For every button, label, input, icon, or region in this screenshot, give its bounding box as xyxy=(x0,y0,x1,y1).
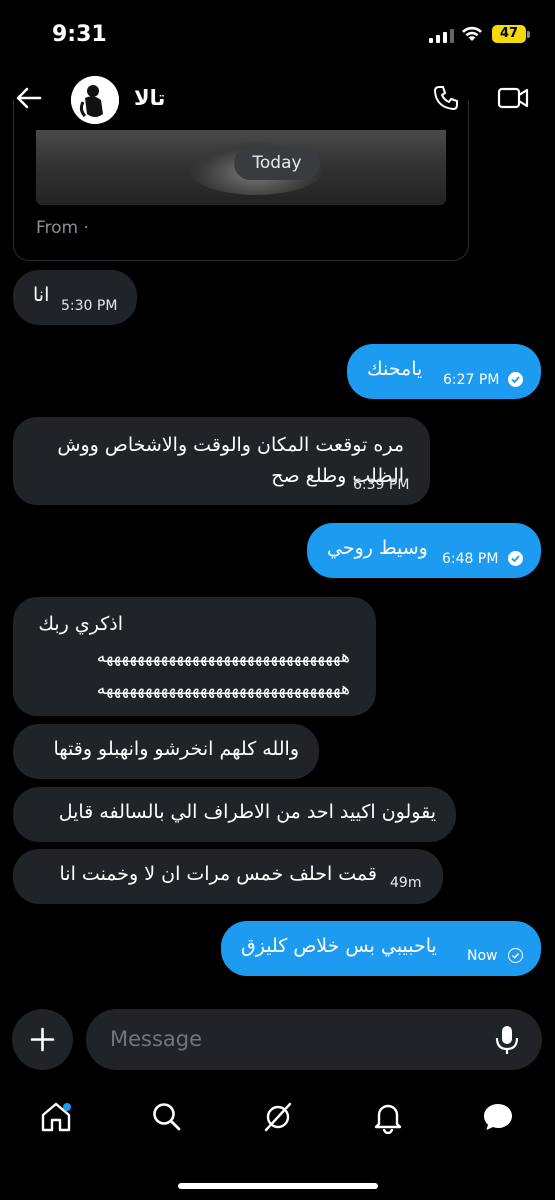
message-time: 49m xyxy=(390,875,422,891)
battery-tip xyxy=(527,31,530,38)
sent-check-icon xyxy=(508,948,523,963)
message-time: 6:39 PM xyxy=(353,477,410,493)
battery-icon: 47 xyxy=(492,25,526,43)
microphone-icon[interactable] xyxy=(494,1024,520,1056)
message-text: وسيط روحي xyxy=(327,537,428,559)
message-text: هههههههههههههههههههههههههههههههه xyxy=(96,679,350,699)
home-indicator xyxy=(178,1183,378,1189)
message-incoming[interactable]: قمت احلف خمس مرات ان لا وخمنت انا 49m xyxy=(13,849,443,904)
message-time: 6:48 PM xyxy=(442,551,499,567)
read-check-icon xyxy=(508,372,523,387)
message-incoming[interactable]: انا 5:30 PM xyxy=(13,270,137,325)
plus-icon xyxy=(30,1027,55,1052)
message-text: والله كلهم انخرشو وانهبلو وقتها xyxy=(53,738,299,760)
message-incoming[interactable]: يقولون اكييد احد من الاطراف الي بالسالفه… xyxy=(13,787,456,842)
grok-icon[interactable] xyxy=(261,1100,295,1134)
message-text: هههههههههههههههههههههههههههههههه xyxy=(96,647,350,667)
message-outgoing[interactable]: يامحنك 6:27 PM xyxy=(347,344,541,399)
message-text: يقولون اكييد احد من الاطراف الي بالسالفه… xyxy=(58,801,436,823)
message-incoming[interactable]: اذكري ربك هههههههههههههههههههههههههههههه… xyxy=(13,597,376,716)
message-input[interactable]: Message xyxy=(86,1009,542,1070)
message-text: قمت احلف خمس مرات ان لا وخمنت انا xyxy=(59,863,377,885)
message-input-placeholder: Message xyxy=(110,1027,203,1051)
message-time: Now xyxy=(467,948,498,964)
message-time: 5:30 PM xyxy=(61,298,118,314)
from-label: From · xyxy=(36,218,89,238)
status-bar: 9:31 47 xyxy=(0,0,555,70)
date-divider: Today xyxy=(234,147,320,180)
search-icon[interactable] xyxy=(150,1100,184,1134)
message-text: يامحنك xyxy=(367,358,423,380)
messages-icon[interactable] xyxy=(481,1100,515,1134)
read-check-icon xyxy=(508,551,523,566)
message-text: انا xyxy=(33,284,50,306)
message-text: مره توقعت المكان والوقت والاشخاص ووش xyxy=(57,434,404,456)
wifi-icon xyxy=(462,26,482,41)
message-outgoing[interactable]: ياحبيبي بس خلاص كليزق Now xyxy=(221,921,541,976)
message-time: 6:27 PM xyxy=(443,372,500,388)
message-outgoing[interactable]: وسيط روحي 6:48 PM xyxy=(307,523,541,578)
notifications-icon[interactable] xyxy=(371,1100,405,1134)
video-call-icon[interactable] xyxy=(497,85,529,111)
add-attachment-button[interactable] xyxy=(12,1009,73,1070)
status-time: 9:31 xyxy=(52,22,107,47)
message-text: ياحبيبي بس خلاص كليزق xyxy=(241,935,437,957)
notification-dot xyxy=(63,1103,71,1111)
shared-media-card[interactable]: From · xyxy=(13,100,469,261)
home-icon[interactable] xyxy=(39,1100,73,1134)
message-incoming[interactable]: والله كلهم انخرشو وانهبلو وقتها xyxy=(13,724,319,779)
message-incoming[interactable]: مره توقعت المكان والوقت والاشخاص ووش الظ… xyxy=(13,417,430,505)
signal-icon xyxy=(429,27,455,43)
message-text: اذكري ربك xyxy=(38,613,123,635)
